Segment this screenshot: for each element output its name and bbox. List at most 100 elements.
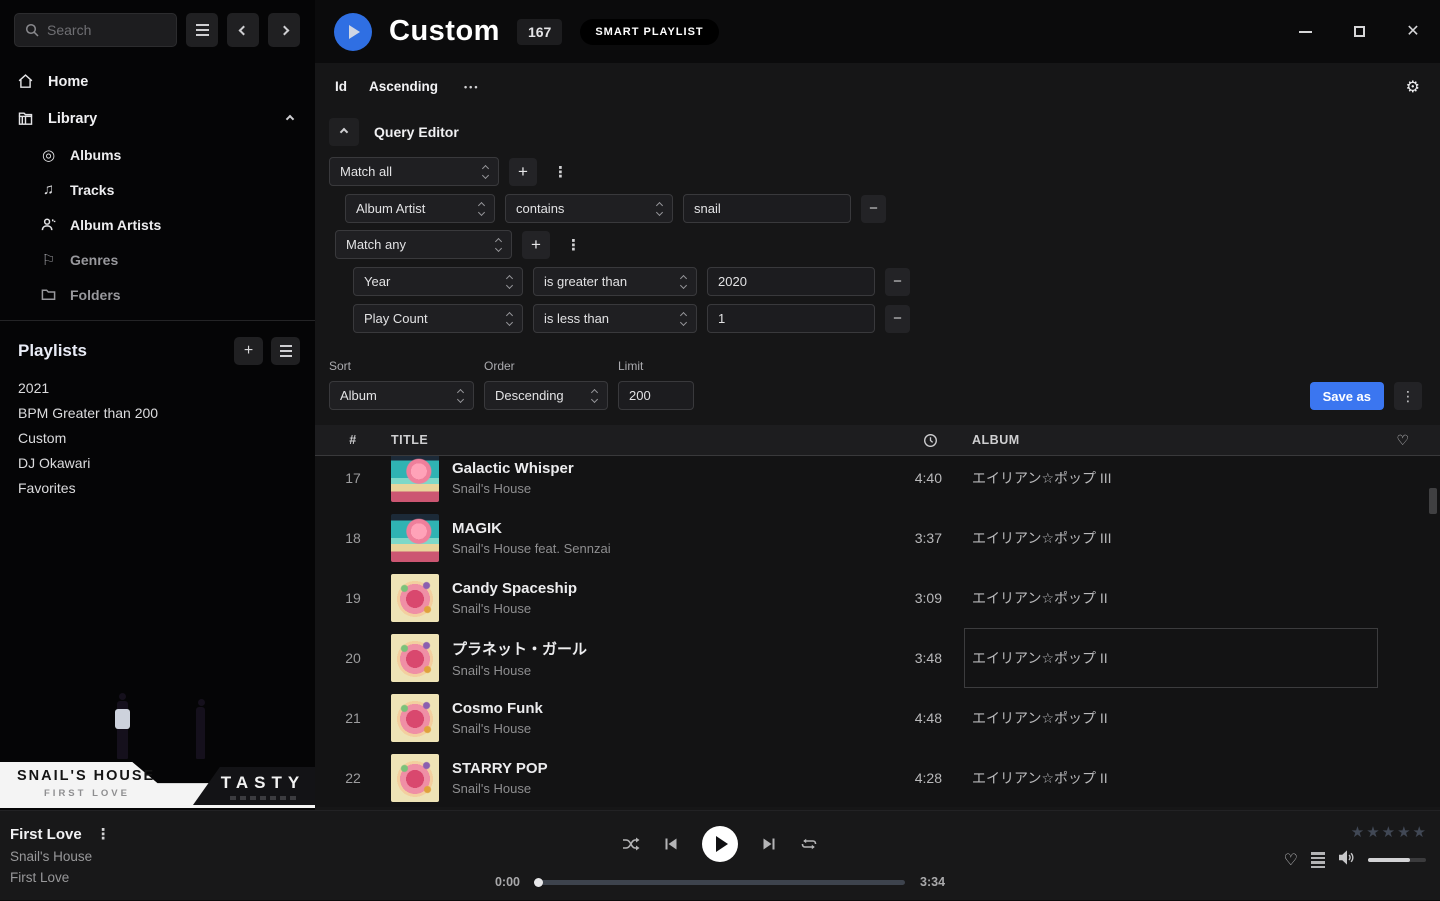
track-table: # TITLE ALBUM ♡ 17 Galactic WhisperSnail… [315, 425, 1440, 807]
group-menu-button[interactable]: ⋮ [547, 163, 574, 181]
table-row[interactable]: 20 プラネット・ガールSnail's House 3:48 エイリアン☆ポップ… [315, 628, 1440, 688]
table-header: # TITLE ALBUM ♡ [315, 425, 1440, 456]
seek-handle[interactable] [534, 878, 543, 887]
track-menu-button[interactable]: ⋮ [96, 825, 111, 843]
now-playing-album[interactable]: First Love [10, 870, 111, 885]
more-options-button[interactable]: ••• [464, 82, 479, 92]
volume-slider[interactable] [1368, 858, 1426, 862]
sidebar-item-genres[interactable]: ⚐ Genres [40, 242, 315, 277]
search-box[interactable] [14, 13, 177, 47]
column-index[interactable]: # [315, 433, 391, 447]
next-button[interactable] [760, 836, 778, 852]
playlist-item[interactable]: 2021 [18, 375, 315, 400]
sidebar-nav: Home Library ◎ Albums ♫ Tracks Al [0, 63, 315, 312]
shuffle-button[interactable] [622, 836, 640, 852]
now-playing-info: First Love ⋮ Snail's House First Love [10, 825, 111, 885]
scrollbar-thumb[interactable] [1429, 488, 1437, 514]
seek-bar[interactable] [535, 880, 905, 885]
gear-icon[interactable]: ⚙ [1406, 77, 1420, 97]
star-icon[interactable]: ★ [1397, 823, 1410, 841]
minus-icon: − [869, 200, 878, 217]
rule-value-input[interactable] [707, 304, 875, 333]
favorite-button[interactable]: ♡ [1284, 850, 1298, 870]
close-icon: ✕ [1406, 24, 1419, 40]
rule-operator-select[interactable]: is less than [533, 304, 697, 333]
maximize-button[interactable] [1346, 19, 1372, 45]
sidebar-item-home[interactable]: Home [0, 63, 315, 100]
add-rule-button[interactable]: + [509, 158, 537, 186]
play-pause-button[interactable] [702, 826, 738, 862]
add-rule-button[interactable]: + [522, 231, 550, 259]
group-menu-button[interactable]: ⋮ [560, 236, 587, 254]
table-row[interactable]: 21 Cosmo FunkSnail's House 4:48 エイリアン☆ポッ… [315, 688, 1440, 748]
sort-order-button[interactable]: Ascending [369, 79, 438, 94]
playlist-header: Custom 167 SMART PLAYLIST ✕ [315, 0, 1440, 63]
playlist-item[interactable]: BPM Greater than 200 [18, 400, 315, 425]
query-editor: Query Editor Match all + ⋮ Album Artist … [315, 118, 1440, 410]
rule-value-input[interactable] [707, 267, 875, 296]
chevron-up-icon [340, 128, 348, 136]
rule-field-select[interactable]: Play Count [353, 304, 523, 333]
now-playing-title[interactable]: First Love [10, 826, 82, 843]
nav-back-button[interactable] [227, 13, 259, 47]
favorite-column-heart-icon[interactable]: ♡ [1366, 432, 1440, 449]
sidebar-item-folders[interactable]: Folders [40, 277, 315, 312]
repeat-icon [800, 836, 818, 852]
sidebar-item-tracks[interactable]: ♫ Tracks [40, 172, 315, 207]
star-icon[interactable]: ★ [1366, 823, 1379, 841]
rule-value-input[interactable] [683, 194, 851, 223]
match-type-select[interactable]: Match all [329, 157, 499, 186]
playlists-title: Playlists [18, 341, 226, 361]
star-icon[interactable]: ★ [1382, 823, 1395, 841]
playlist-item[interactable]: DJ Okawari [18, 450, 315, 475]
table-row[interactable]: 19 Candy SpaceshipSnail's House 3:09 エイリ… [315, 568, 1440, 628]
playlist-list-button[interactable] [271, 337, 300, 365]
search-input[interactable] [47, 22, 166, 38]
chevron-up-icon[interactable] [286, 114, 294, 122]
table-row[interactable]: 18 MAGIKSnail's House feat. Sennzai 3:37… [315, 508, 1440, 568]
repeat-button[interactable] [800, 836, 818, 852]
rule-field-select[interactable]: Year [353, 267, 523, 296]
play-playlist-button[interactable] [334, 13, 372, 51]
sort-field-button[interactable]: Id [335, 79, 347, 94]
collapse-query-editor-button[interactable] [329, 118, 359, 146]
rule-field-select[interactable]: Album Artist [345, 194, 495, 223]
sort-select[interactable]: Album [329, 381, 474, 410]
previous-button[interactable] [662, 836, 680, 852]
playlist-item[interactable]: Custom [18, 425, 315, 450]
star-icon[interactable]: ★ [1351, 823, 1364, 841]
now-playing-artist[interactable]: Snail's House [10, 849, 111, 864]
sidebar-item-album-artists[interactable]: Album Artists [40, 207, 315, 242]
order-label: Order [484, 359, 608, 373]
queue-button[interactable] [1311, 852, 1325, 868]
sidebar-item-albums[interactable]: ◎ Albums [40, 137, 315, 172]
track-thumbnail [391, 634, 439, 682]
table-row[interactable]: 17 Galactic WhisperSnail's House 4:40 エイ… [315, 456, 1440, 508]
rule-operator-select[interactable]: contains [505, 194, 673, 223]
volume-button[interactable] [1338, 850, 1355, 870]
list-icon [280, 345, 292, 357]
nav-forward-button[interactable] [268, 13, 300, 47]
add-playlist-button[interactable]: + [234, 337, 263, 365]
previous-icon [663, 836, 679, 852]
rule-operator-select[interactable]: is greater than [533, 267, 697, 296]
star-icon[interactable]: ★ [1413, 823, 1426, 841]
limit-input[interactable] [618, 381, 694, 410]
table-row[interactable]: 22 STARRY POPSnail's House 4:28 エイリアン☆ポッ… [315, 748, 1440, 807]
minimize-button[interactable] [1292, 19, 1318, 45]
remove-rule-button[interactable]: − [885, 305, 910, 333]
order-select[interactable]: Descending [484, 381, 608, 410]
minimize-icon [1299, 31, 1312, 33]
column-album[interactable]: ALBUM [946, 433, 1366, 447]
query-menu-button[interactable]: ⋮ [1394, 382, 1422, 410]
sidebar-item-library[interactable]: Library [0, 100, 315, 137]
close-button[interactable]: ✕ [1400, 19, 1426, 45]
select-updown-icon [681, 313, 686, 325]
match-type-select[interactable]: Match any [335, 230, 512, 259]
app-menu-button[interactable] [186, 13, 218, 47]
remove-rule-button[interactable]: − [885, 268, 910, 296]
save-as-button[interactable]: Save as [1310, 382, 1384, 410]
column-title[interactable]: TITLE [391, 433, 850, 447]
column-duration[interactable] [850, 433, 946, 448]
remove-rule-button[interactable]: − [861, 195, 886, 223]
